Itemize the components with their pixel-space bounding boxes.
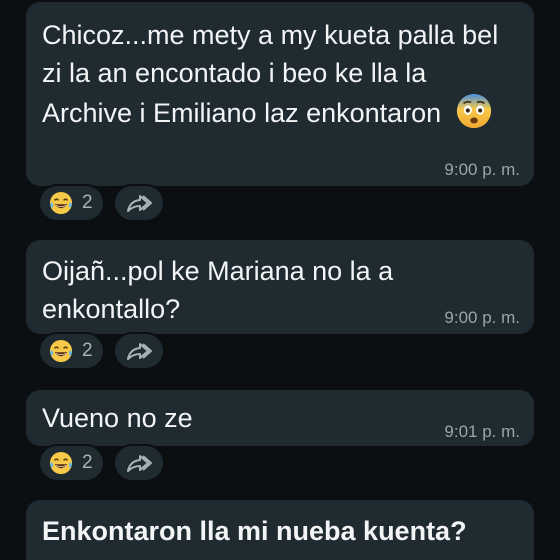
message-bubble[interactable]: Oijañ...pol ke Mariana no la a enkontall… — [26, 240, 534, 334]
reaction-count: 2 — [82, 340, 93, 361]
forward-icon — [126, 343, 152, 360]
message-text: Chicoz...me mety a my kueta palla bel zi… — [42, 16, 518, 132]
message-text-content: Chicoz...me mety a my kueta palla bel zi… — [42, 20, 499, 128]
forward-icon — [126, 455, 152, 472]
reaction-count: 2 — [82, 192, 93, 213]
reaction-pill[interactable]: 2 — [38, 444, 105, 482]
reaction-pill[interactable]: 2 — [38, 332, 105, 370]
message-text: Oijañ...pol ke Mariana no la a enkontall… — [42, 256, 394, 324]
chat-view: Chicoz...me mety a my kueta palla bel zi… — [0, 0, 560, 560]
forward-button[interactable] — [112, 184, 165, 222]
message-text: Enkontaron lla mi nueba kuenta? — [42, 516, 467, 546]
forward-button[interactable] — [112, 444, 165, 482]
laughing-tears-emoji — [49, 339, 73, 363]
laughing-tears-emoji — [49, 191, 73, 215]
message-bubble[interactable]: Chicoz...me mety a my kueta palla bel zi… — [26, 2, 534, 186]
message-timestamp: 9:01 p. m. — [444, 422, 520, 441]
reaction-pill[interactable]: 2 — [38, 184, 105, 222]
message-timestamp: 9:00 p. m. — [444, 308, 520, 327]
laughing-tears-emoji — [49, 451, 73, 475]
reaction-count: 2 — [82, 452, 93, 473]
message-bubble[interactable]: Vueno no ze 9:01 p. m. — [26, 390, 534, 446]
message-timestamp: 9:00 p. m. — [444, 160, 520, 179]
fearful-face-emoji — [456, 93, 491, 129]
message-reactions: 2 — [38, 332, 165, 370]
message-reactions: 2 — [38, 444, 165, 482]
forward-button[interactable] — [112, 332, 165, 370]
message-reactions: 2 — [38, 184, 165, 222]
forward-icon — [126, 195, 152, 212]
message-bubble[interactable]: Enkontaron lla mi nueba kuenta? — [26, 500, 534, 560]
